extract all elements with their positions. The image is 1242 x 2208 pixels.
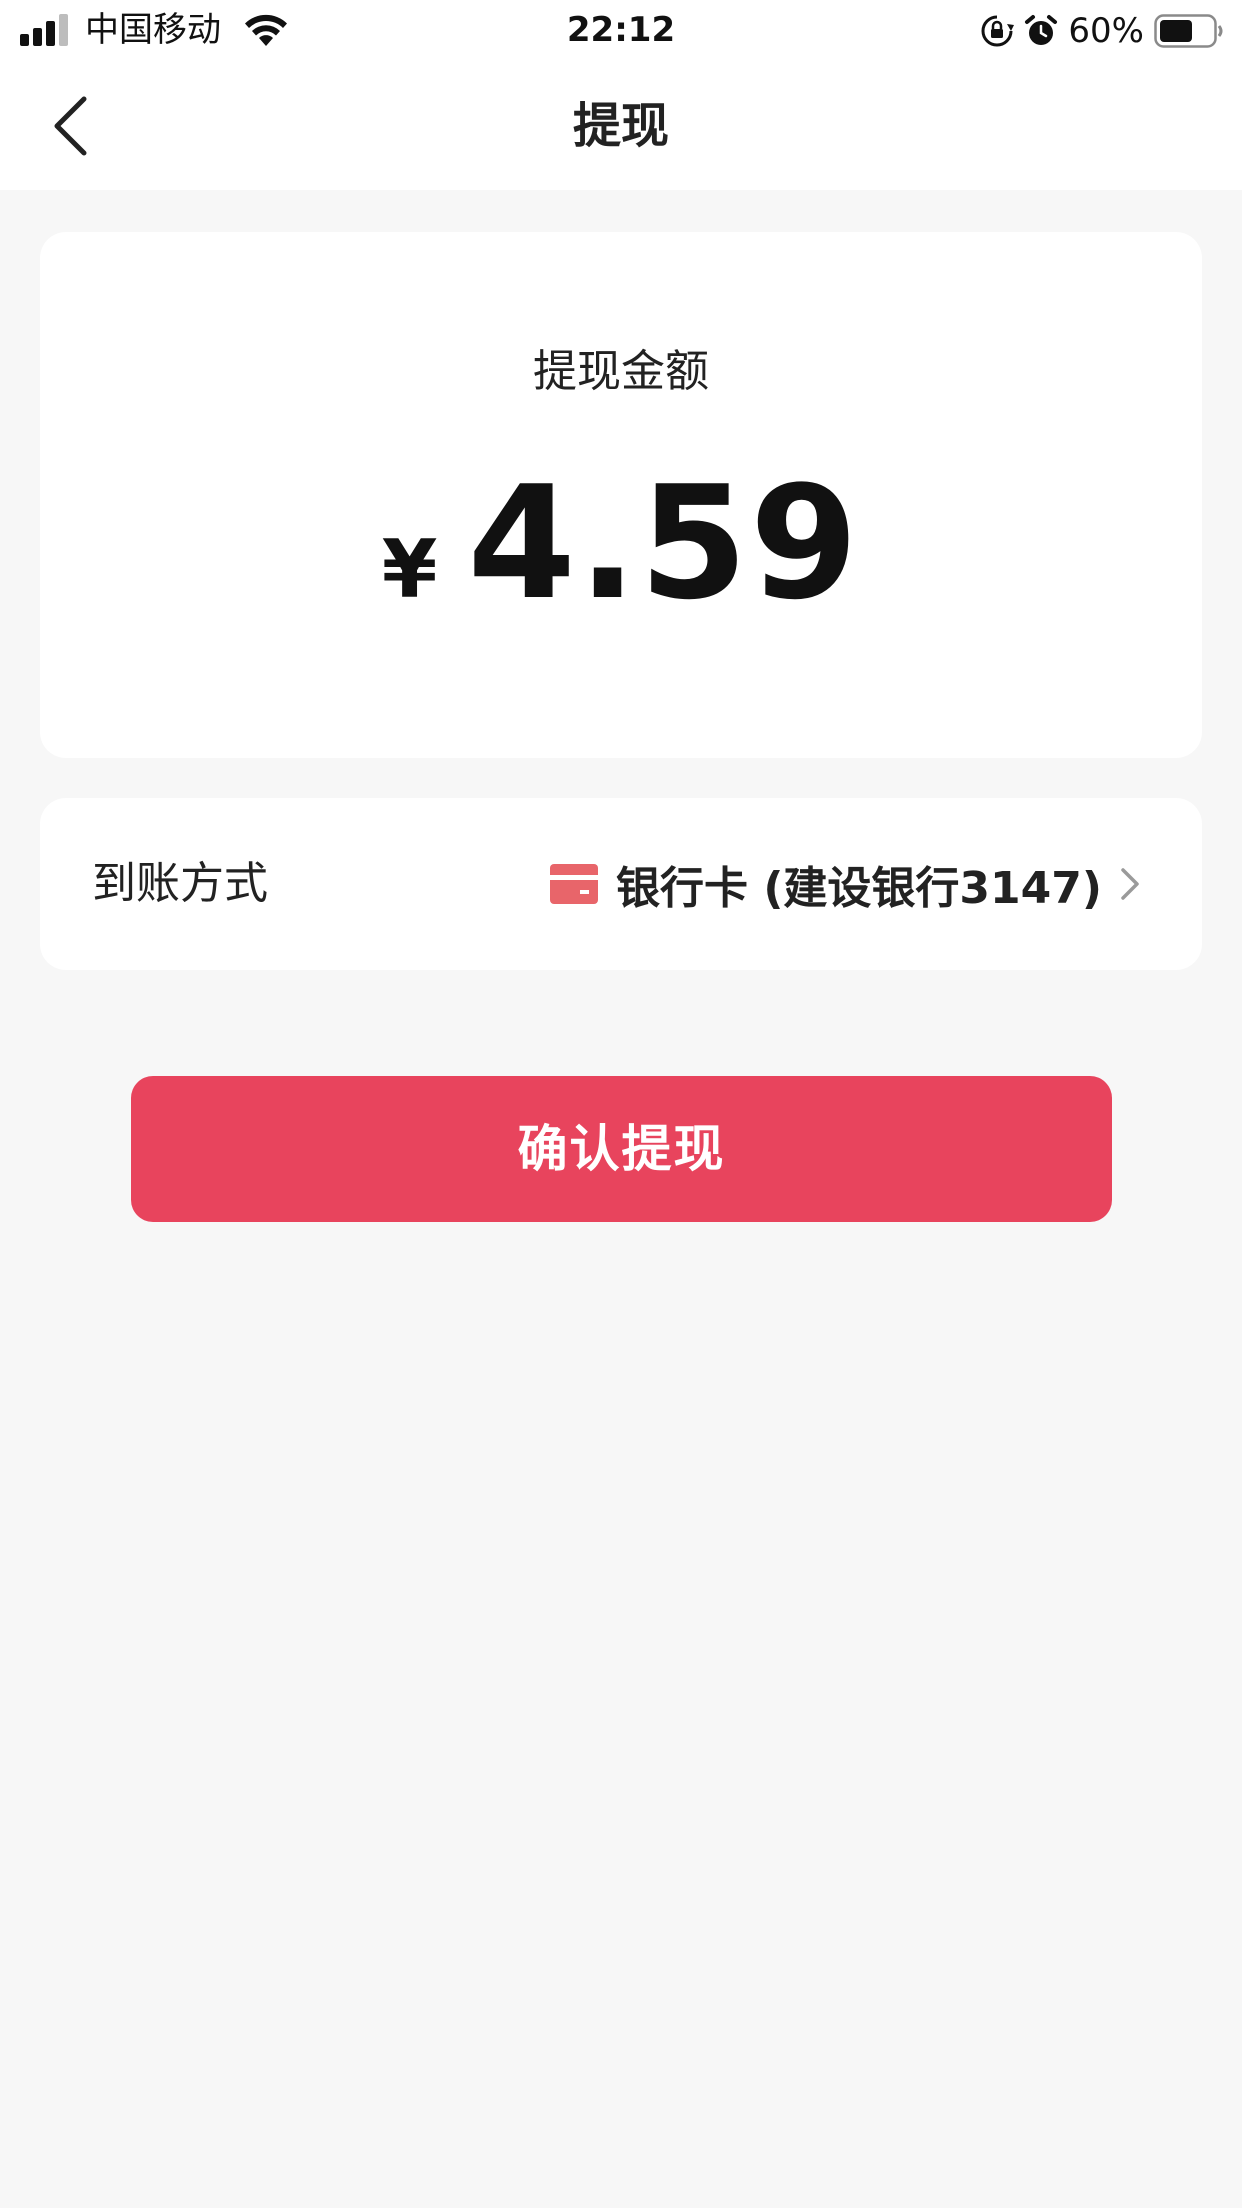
withdraw-screen: 中国移动 22:12 60% 提现 提现金额 ¥ 4.59 到账方式 银行卡 (… [0, 0, 1242, 2208]
amount-row: ¥ 4.59 [40, 452, 1202, 634]
signal-icon [20, 14, 68, 46]
top-area: 中国移动 22:12 60% 提现 [0, 0, 1242, 190]
back-button[interactable] [40, 90, 100, 162]
status-right-group: 60% [980, 8, 1224, 54]
battery-percent: 60% [1068, 11, 1144, 51]
carrier-name: 中国移动 [85, 10, 221, 50]
payout-method-text: 银行卡 (建设银行3147) [616, 863, 1102, 914]
page-title: 提现 [572, 98, 669, 154]
payout-method-value[interactable]: 银行卡 (建设银行3147) [550, 798, 1140, 970]
chevron-right-icon [1121, 868, 1139, 900]
wifi-icon [245, 14, 287, 46]
amount-card: 提现金额 ¥ 4.59 [40, 232, 1202, 758]
amount-label: 提现金额 [533, 346, 709, 397]
rotation-lock-icon [981, 15, 1015, 47]
alarm-icon [1025, 15, 1058, 45]
withdraw-amount: 4.59 [467, 452, 861, 634]
chevron-left-icon [54, 96, 87, 156]
bank-card-icon [550, 864, 598, 904]
status-bar: 中国移动 22:12 60% [0, 0, 1242, 62]
nav-bar: 提现 [0, 62, 1242, 190]
payout-method-label: 到账方式 [92, 858, 268, 909]
payout-method-row[interactable]: 到账方式 银行卡 (建设银行3147) [40, 798, 1202, 970]
currency-symbol: ¥ [381, 523, 438, 616]
battery-icon [1154, 14, 1223, 48]
confirm-withdraw-button[interactable]: 确认提现 [131, 1076, 1112, 1222]
